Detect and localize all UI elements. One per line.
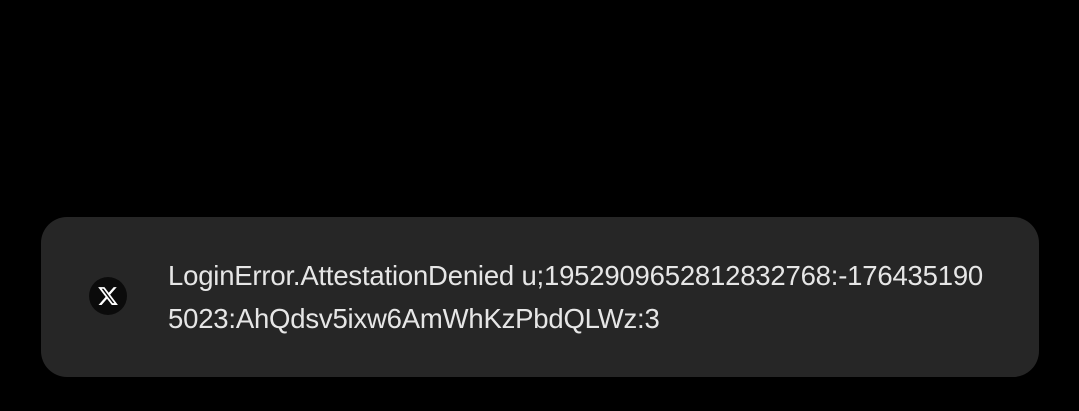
x-logo-icon [89, 277, 127, 315]
screen: LoginError.AttestationDenied u;195290965… [0, 0, 1079, 411]
toast-message: LoginError.AttestationDenied u;195290965… [168, 260, 984, 334]
toast-notification[interactable]: LoginError.AttestationDenied u;195290965… [41, 217, 1039, 377]
